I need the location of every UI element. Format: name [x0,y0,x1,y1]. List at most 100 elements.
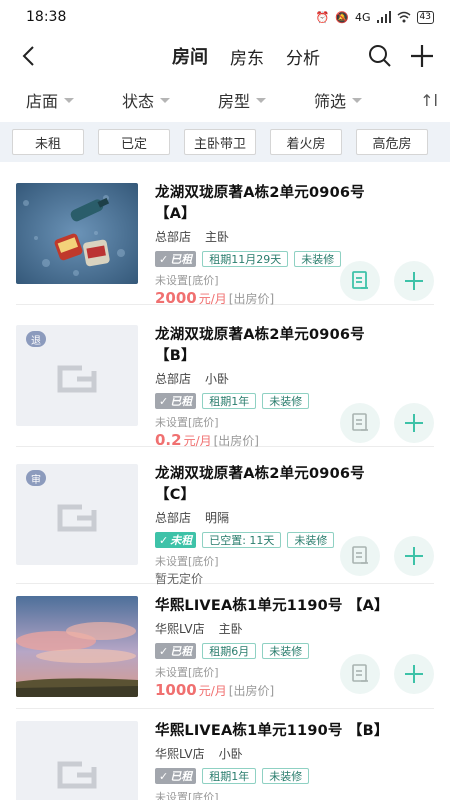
return-badge: 退 [26,331,46,347]
filter-room-type[interactable]: 房型 [218,88,314,112]
sort-icon[interactable]: ↑l [420,91,438,110]
lease-tag: 租期11月29天 [202,251,289,267]
search-button[interactable] [366,42,394,70]
tab-analysis[interactable]: 分析 [286,44,320,69]
room-photo-placeholder[interactable]: 审 [16,464,138,565]
store-name: 总部店 [155,511,192,525]
filter-store[interactable]: 店面 [26,88,122,112]
room-title-line2: 【A】 [155,206,196,222]
renovation-tag: 未装修 [287,532,335,548]
room-photo[interactable] [16,596,138,697]
placeholder-logo-icon [57,761,97,789]
filter-more[interactable]: 筛选 [314,88,363,112]
contract-button[interactable] [340,403,380,443]
room-title-line2: 【B】 [155,348,196,364]
room-card[interactable]: 华熙LIVEA栋1单元1190号 【B】 华熙LV店 小卧 ✓ 已租 租期1年 未装… [16,709,434,800]
filter-status[interactable]: 状态 [122,88,218,112]
plus-icon [405,665,423,683]
tab-landlords[interactable]: 房东 [230,44,264,69]
store-name: 总部店 [155,372,192,386]
room-photo-placeholder[interactable] [16,721,138,800]
room-title: 龙湖双珑原著A栋2单元0906号 【B】 [155,325,434,367]
contract-button[interactable] [340,654,380,694]
room-type: 明隔 [205,511,230,525]
plus-icon [411,45,433,67]
room-meta: 总部店 主卧 [155,228,434,245]
room-info: 华熙LIVEA栋1单元1190号 【A】 华熙LV店 主卧 ✓ 已租 租期6月 未装… [155,596,434,708]
caret-down-icon [256,97,267,103]
caret-down-icon [352,97,363,103]
status-badge: ✓ 已租 [155,393,197,409]
status-icons: ⏰ 🔕 4G 43 [315,10,434,24]
filter-store-label: 店面 [26,92,59,111]
card-actions [340,654,434,694]
room-card[interactable]: 华熙LIVEA栋1单元1190号 【A】 华熙LV店 主卧 ✓ 已租 租期6月 未装… [16,584,434,709]
renovation-tag: 未装修 [294,251,342,267]
back-button[interactable] [14,42,42,70]
status-label: 已租 [170,770,193,783]
chip-reserved[interactable]: 已定 [98,129,170,155]
room-info: 龙湖双珑原著A栋2单元0906号 【B】 总部店 小卧 ✓ 已租 租期1年 未装修 未… [155,325,434,449]
mute-icon: 🔕 [335,10,350,24]
price-value: 1000 [155,681,197,699]
filter-status-label: 状态 [122,92,155,111]
contract-icon [352,271,368,289]
contract-icon [352,413,368,431]
room-card[interactable]: 龙湖双珑原著A栋2单元0906号 【A】 总部店 主卧 ✓ 已租 租期11月29天 未… [16,171,434,307]
room-meta: 总部店 明隔 [155,509,434,526]
status-time: 18:38 [26,9,67,25]
room-photo-placeholder[interactable]: 退 [16,325,138,426]
add-button[interactable] [408,42,436,70]
status-badge: ✓ 未租 [155,532,197,548]
status-badge: ✓ 已租 [155,251,197,267]
renovation-tag: 未装修 [262,768,310,784]
room-tags: ✓ 已租 租期1年 未装修 [155,768,434,784]
placeholder-logo-icon [57,504,97,532]
add-record-button[interactable] [394,654,434,694]
chip-fire-room[interactable]: 着火房 [270,129,342,155]
review-badge: 审 [26,470,46,486]
add-record-button[interactable] [394,261,434,301]
lease-tag: 租期1年 [202,768,257,784]
room-meta: 华熙LV店 小卧 [155,745,434,762]
status-label: 已租 [170,395,193,408]
tab-group: 房间 房东 分析 [172,43,320,69]
price-note: [出房价] [228,684,275,698]
placeholder-logo-icon [57,365,97,393]
filter-bar: 店面 状态 房型 筛选 ↑l [0,78,450,122]
chip-high-risk-room[interactable]: 高危房 [356,129,428,155]
check-icon: ✓ [159,769,169,783]
room-card[interactable]: 审 龙湖双珑原著A栋2单元0906号 【C】 总部店 明隔 ✓ 未租 已空置: 11天… [16,447,434,586]
room-photo[interactable] [16,183,138,284]
store-name: 华熙LV店 [155,747,205,761]
contract-button[interactable] [340,261,380,301]
contract-icon [352,546,368,564]
room-meta: 华熙LV店 主卧 [155,620,434,637]
room-title: 龙湖双珑原著A栋2单元0906号 【A】 [155,183,434,225]
plus-icon [405,547,423,565]
chip-unrented[interactable]: 未租 [12,129,84,155]
filter-more-label: 筛选 [314,92,347,111]
status-label: 已租 [170,645,193,658]
check-icon: ✓ [159,533,169,547]
add-record-button[interactable] [394,403,434,443]
room-card[interactable]: 退 龙湖双珑原著A栋2单元0906号 【B】 总部店 小卧 ✓ 已租 租期1年 未装修… [16,305,434,449]
renovation-tag: 未装修 [262,393,310,409]
lease-tag: 租期1年 [202,393,257,409]
room-list: 龙湖双珑原著A栋2单元0906号 【A】 总部店 主卧 ✓ 已租 租期11月29天 未… [0,171,450,800]
alarm-icon: ⏰ [315,10,330,24]
network-label: 4G [355,10,371,24]
check-icon: ✓ [159,252,169,266]
chip-master-ensuite[interactable]: 主卧带卫 [184,129,256,155]
tab-rooms[interactable]: 房间 [172,43,208,69]
filter-room-type-label: 房型 [218,92,251,111]
caret-down-icon [64,97,75,103]
add-record-button[interactable] [394,536,434,576]
store-name: 华熙LV店 [155,622,205,636]
room-title-line1: 龙湖双珑原著A栋2单元0906号 [155,327,365,343]
caret-down-icon [160,97,171,103]
contract-button[interactable] [340,536,380,576]
room-title-line1: 龙湖双珑原著A栋2单元0906号 [155,466,365,482]
status-label: 未租 [170,534,193,547]
card-actions [340,261,434,301]
